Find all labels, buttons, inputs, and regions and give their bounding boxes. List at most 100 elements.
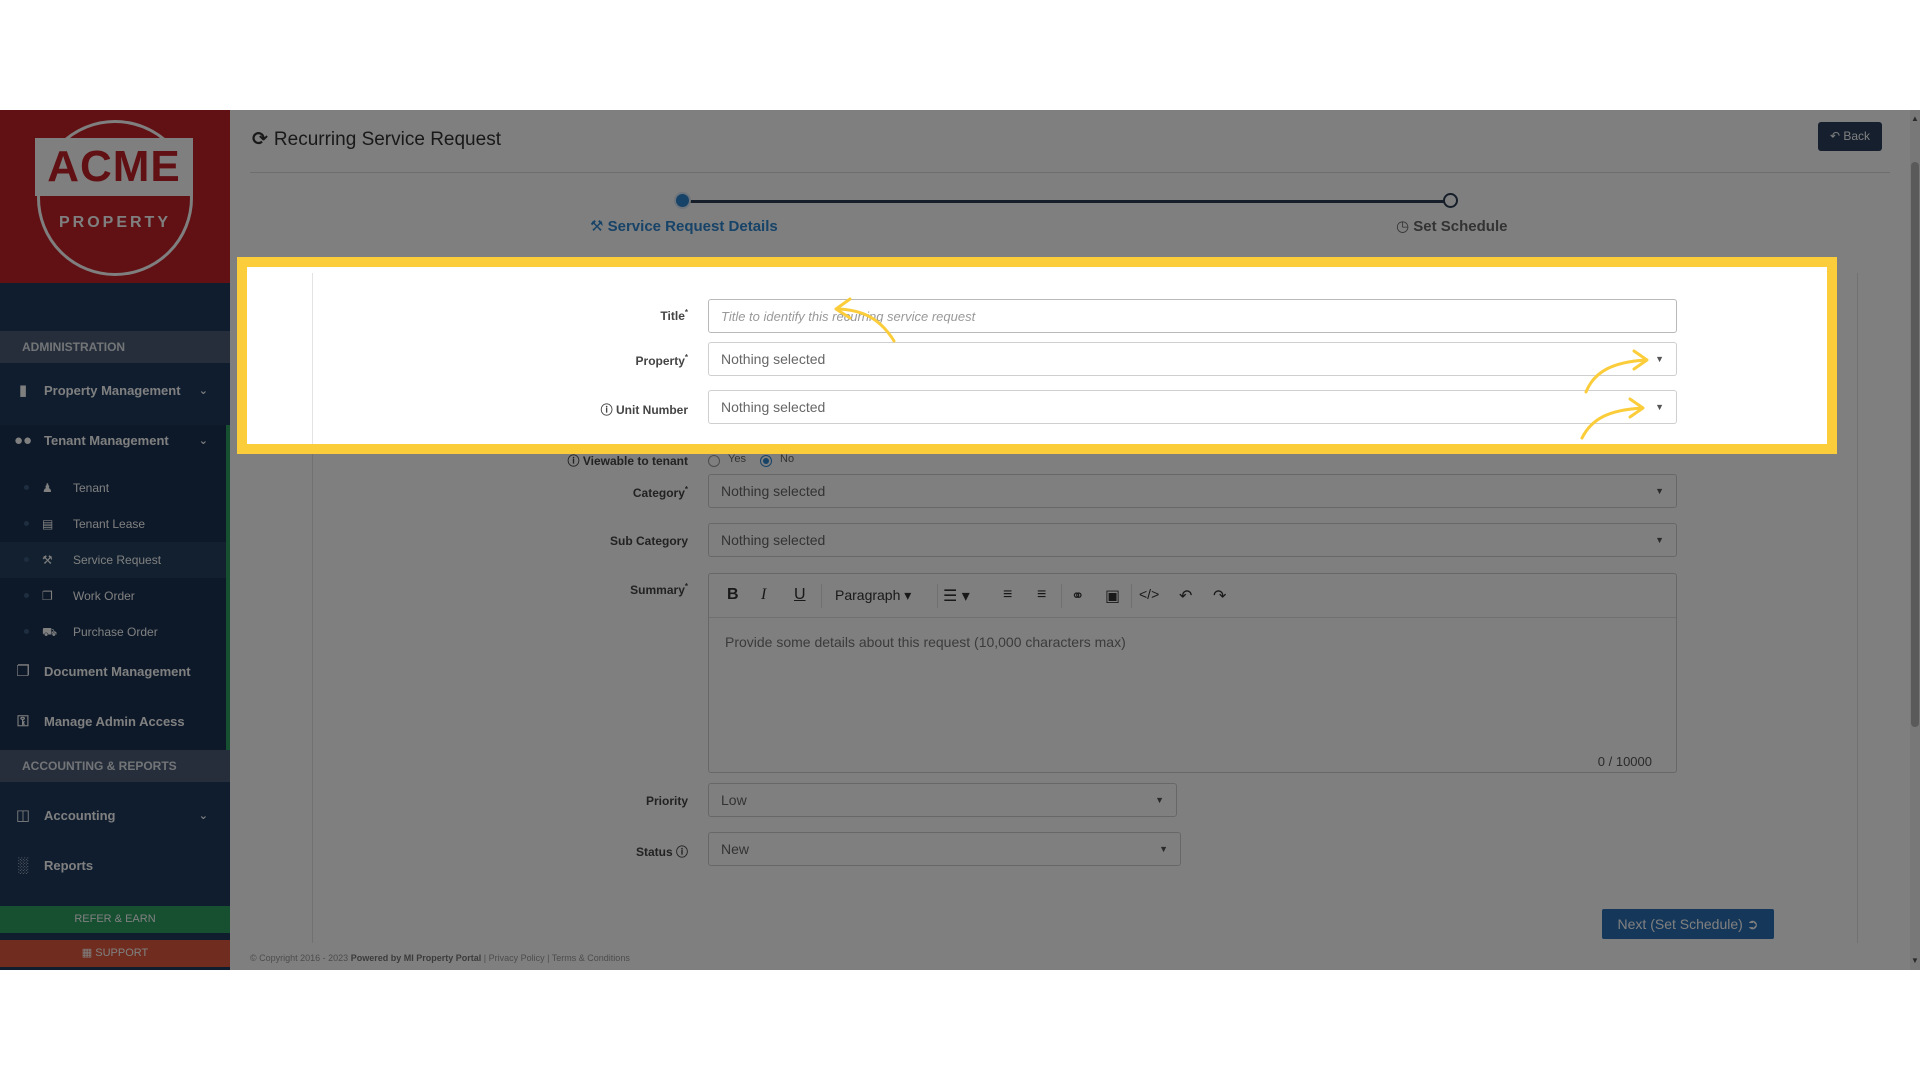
support-button[interactable]: ▦ SUPPORT [0, 940, 230, 967]
toolbar-separator [1061, 584, 1062, 608]
sidebar-subitem-purchase-order[interactable]: ⛟ Purchase Order [0, 614, 226, 650]
priority-select[interactable]: Low ▼ [708, 783, 1177, 817]
sidebar-subitem-service-request[interactable]: ⚒ Service Request [0, 542, 226, 578]
property-select-value: Nothing selected [721, 351, 826, 367]
viewable-label-text: Viewable to tenant [582, 454, 688, 468]
code-icon[interactable]: </> [1139, 586, 1159, 602]
next-set-schedule-button[interactable]: Next (Set Schedule) ➲ [1602, 909, 1774, 939]
summary-label: Summary* [488, 582, 688, 597]
unordered-list-icon[interactable]: ≡ [1037, 586, 1046, 604]
status-select[interactable]: New ▼ [708, 832, 1181, 866]
image-icon[interactable]: ▣ [1105, 586, 1120, 606]
property-select[interactable]: Nothing selected ▼ [708, 342, 1677, 376]
step-2-label[interactable]: ◷ Set Schedule [1396, 217, 1507, 235]
undo-icon[interactable]: ↶ [1179, 586, 1192, 606]
status-label: Status ⓘ [488, 843, 688, 860]
bullet-dot [24, 557, 29, 562]
bullet-dot [24, 629, 29, 634]
ordered-list-icon[interactable]: ≡ [1003, 586, 1012, 604]
sidebar-subitem-label: Service Request [73, 553, 162, 567]
logo-subtitle: PROPERTY [58, 214, 171, 231]
redo-icon[interactable]: ↷ [1213, 586, 1226, 606]
chevron-down-icon: ⌄ [198, 435, 208, 447]
property-label-text: Property [635, 354, 685, 368]
sub-category-select[interactable]: Nothing selected ▼ [708, 523, 1677, 557]
format-label: Paragraph [835, 587, 901, 603]
editor-toolbar: B I U Paragraph ▾ ☰ ▾ ≡ ≡ ⚭ ▣ </> ↶ ↷ [709, 574, 1676, 618]
sub-category-label: Sub Category [609, 534, 688, 548]
bullet-dot [24, 593, 29, 598]
scroll-up-arrow-icon[interactable]: ▲ [1911, 114, 1919, 123]
sidebar-subitem-tenant-lease[interactable]: ▤ Tenant Lease [0, 506, 226, 542]
title-input[interactable] [708, 299, 1677, 333]
paragraph-format-dropdown[interactable]: Paragraph ▾ [835, 587, 911, 604]
unit-number-select[interactable]: Nothing selected ▼ [708, 390, 1677, 424]
priority-select-value: Low [721, 792, 747, 808]
refer-earn-button[interactable]: REFER & EARN [0, 906, 230, 933]
sidebar-item-property-management[interactable]: ▮ Property Management ⌄ [0, 367, 230, 415]
support-icon: ▦ [81, 947, 96, 959]
step-1-indicator[interactable] [674, 192, 691, 209]
required-mark: * [684, 485, 688, 494]
toolbar-separator [821, 584, 822, 608]
bold-icon[interactable]: B [727, 586, 739, 604]
subcategory-select-value: Nothing selected [721, 532, 826, 548]
character-count: 0 / 10000 [1597, 754, 1652, 769]
unit-number-label: ⓘ Unit Number [488, 401, 688, 418]
summary-label-text: Summary [630, 583, 685, 597]
sidebar-item-tenant-management[interactable]: ●● Tenant Management ⌄ [0, 417, 230, 465]
sidebar: ACME PROPERTY ADMINISTRATION ▮ Property … [0, 110, 230, 970]
back-icon: ↶ [1829, 129, 1844, 143]
viewable-no-radio[interactable] [760, 455, 772, 467]
scrollbar-thumb[interactable] [1911, 162, 1919, 727]
sidebar-item-document-management[interactable]: ❐ Document Management [0, 648, 230, 696]
step-1-label[interactable]: ⚒ Service Request Details [590, 217, 778, 235]
link-icon[interactable]: ⚭ [1071, 586, 1084, 606]
required-mark: * [684, 582, 688, 591]
sidebar-item-accounting[interactable]: ◫ Accounting ⌄ [0, 792, 230, 840]
summary-editor[interactable]: B I U Paragraph ▾ ☰ ▾ ≡ ≡ ⚭ ▣ </> ↶ ↷ Pr… [708, 573, 1677, 773]
footer: © Copyright 2016 - 2023 Powered by MI Pr… [250, 953, 630, 963]
page-title-text: Recurring Service Request [273, 129, 501, 150]
unit-select-value: Nothing selected [721, 399, 826, 415]
sidebar-item-label: Accounting [44, 808, 116, 823]
bullet-dot [24, 485, 29, 490]
status-select-value: New [721, 841, 750, 857]
sidebar-subitem-work-order[interactable]: ❐ Work Order [0, 578, 226, 614]
money-icon: ◫ [15, 807, 31, 824]
required-mark: * [684, 353, 688, 362]
footer-links[interactable]: | Privacy Policy | Terms & Conditions [484, 953, 630, 963]
copy-icon: ❐ [42, 589, 53, 603]
step-1-text: Service Request Details [607, 218, 778, 235]
wrench-icon: ⚒ [590, 218, 608, 235]
back-button[interactable]: ↶ Back [1818, 122, 1882, 151]
info-icon: ⓘ [567, 454, 583, 468]
status-label-text: Status [635, 845, 673, 859]
sidebar-subitem-tenant[interactable]: ♟ Tenant [0, 470, 226, 506]
sidebar-item-reports[interactable]: ░ Reports [0, 842, 230, 890]
logo[interactable]: ACME PROPERTY [0, 110, 230, 283]
underline-icon[interactable]: U [794, 586, 806, 604]
caret-down-icon: ▼ [1655, 535, 1664, 545]
sidebar-item-manage-admin-access[interactable]: ⚿ Manage Admin Access [0, 698, 230, 746]
sidebar-subitem-label: Work Order [73, 589, 135, 603]
chevron-down-icon: ⌄ [198, 810, 208, 822]
step-2-indicator[interactable] [1443, 193, 1458, 208]
caret-down-icon: ▼ [1159, 844, 1168, 854]
refresh-icon: ⟳ [252, 129, 268, 150]
viewable-label: ⓘ Viewable to tenant [488, 452, 688, 469]
wrench-icon: ⚒ [42, 553, 53, 567]
title-label-text: Title [660, 309, 685, 323]
footer-powered-link[interactable]: Powered by MI Property Portal [351, 953, 482, 963]
page-title: ⟳ Recurring Service Request [252, 128, 501, 151]
category-select-value: Nothing selected [721, 483, 826, 499]
bullet-dot [24, 521, 29, 526]
viewable-yes-radio[interactable] [708, 455, 720, 467]
calendar-icon: ▤ [42, 517, 54, 531]
caret-down-icon: ▼ [1155, 795, 1164, 805]
scroll-down-arrow-icon[interactable]: ▼ [1911, 956, 1919, 965]
italic-icon[interactable]: I [761, 586, 766, 604]
footer-copyright: © Copyright 2016 - 2023 [250, 953, 349, 963]
align-icon[interactable]: ☰ ▾ [943, 586, 970, 606]
category-select[interactable]: Nothing selected ▼ [708, 474, 1677, 508]
